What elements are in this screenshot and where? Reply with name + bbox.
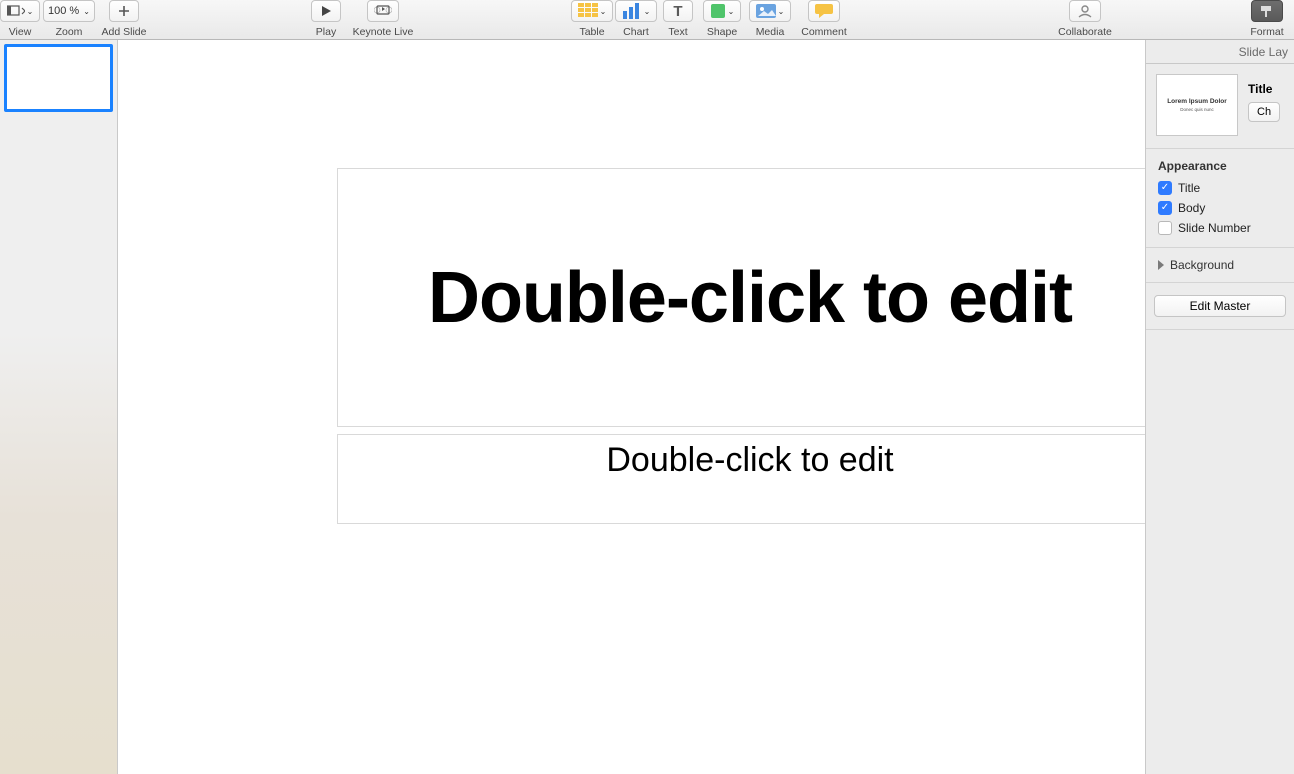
shape-label: Shape: [707, 26, 737, 38]
slide-number-badge: 1: [9, 97, 15, 108]
slide-number-checkbox-row[interactable]: Slide Number: [1158, 221, 1286, 235]
add-slide-button[interactable]: [109, 0, 139, 22]
play-icon: [320, 5, 332, 17]
text-button[interactable]: T: [663, 0, 693, 22]
zoom-value: 100 %: [48, 5, 79, 17]
keynote-live-label: Keynote Live: [353, 26, 414, 38]
comment-button[interactable]: [808, 0, 840, 22]
title-checkbox[interactable]: [1158, 181, 1172, 195]
appearance-section: Appearance Title Body Slide Number: [1146, 149, 1294, 241]
table-icon: [578, 3, 598, 19]
body-checkbox[interactable]: [1158, 201, 1172, 215]
chart-label: Chart: [623, 26, 649, 38]
inspector-tab-slide-layout[interactable]: Slide Lay: [1146, 40, 1294, 64]
chart-button[interactable]: ⌄: [615, 0, 658, 22]
background-disclosure[interactable]: Background: [1146, 247, 1294, 283]
collaborate-icon: [1076, 4, 1094, 18]
media-label: Media: [756, 26, 785, 38]
body-checkbox-row[interactable]: Body: [1158, 201, 1286, 215]
play-label: Play: [316, 26, 336, 38]
view-label: View: [9, 26, 32, 38]
format-inspector: Slide Lay Lorem Ipsum Dolor Donec quis n…: [1146, 40, 1294, 774]
keynote-live-button[interactable]: [367, 0, 399, 22]
text-icon: T: [670, 3, 686, 19]
slide-number-checkbox[interactable]: [1158, 221, 1172, 235]
chart-icon: [622, 3, 642, 19]
table-button[interactable]: ⌄: [571, 0, 614, 22]
appearance-heading: Appearance: [1158, 159, 1286, 173]
comment-label: Comment: [801, 26, 847, 38]
toolbar: ⌄ View 100 % ⌄ Zoom Add Slide Play Keyno…: [0, 0, 1294, 40]
text-label: Text: [668, 26, 687, 38]
format-button[interactable]: [1251, 0, 1283, 22]
title-placeholder-text: Double-click to edit: [428, 257, 1072, 339]
main-area: 1 Double-click to edit Double-click to e…: [0, 40, 1294, 774]
zoom-label: Zoom: [56, 26, 83, 38]
master-name-label: Title: [1248, 82, 1280, 96]
slide-canvas[interactable]: Double-click to edit Double-click to edi…: [118, 40, 1146, 774]
plus-icon: [118, 5, 130, 17]
format-label: Format: [1250, 26, 1283, 38]
view-menu-button[interactable]: ⌄: [0, 0, 40, 22]
media-button[interactable]: ⌄: [749, 0, 792, 22]
view-icon: [7, 5, 25, 17]
disclosure-triangle-icon: [1158, 260, 1164, 270]
zoom-dropdown[interactable]: 100 % ⌄: [43, 0, 95, 22]
table-label: Table: [579, 26, 604, 38]
add-slide-label: Add Slide: [102, 26, 147, 38]
slide-navigator[interactable]: 1: [0, 40, 118, 774]
master-thumbnail[interactable]: Lorem Ipsum Dolor Donec quis nunc: [1156, 74, 1238, 136]
keynote-live-icon: [374, 5, 392, 17]
collaborate-button[interactable]: [1069, 0, 1101, 22]
change-master-button[interactable]: Ch: [1248, 102, 1280, 122]
shape-icon: [710, 3, 726, 19]
svg-text:T: T: [673, 3, 682, 19]
collaborate-label: Collaborate: [1058, 26, 1112, 38]
body-placeholder-text: Double-click to edit: [606, 441, 893, 480]
slide-thumbnail-1[interactable]: 1: [4, 44, 113, 112]
body-placeholder-box[interactable]: Double-click to edit: [337, 434, 1146, 524]
comment-icon: [815, 4, 833, 18]
format-brush-icon: [1258, 4, 1276, 18]
title-checkbox-row[interactable]: Title: [1158, 181, 1286, 195]
media-icon: [756, 4, 776, 18]
play-button[interactable]: [311, 0, 341, 22]
edit-master-button[interactable]: Edit Master: [1154, 295, 1286, 317]
shape-button[interactable]: ⌄: [703, 0, 742, 22]
master-layout-row: Lorem Ipsum Dolor Donec quis nunc Title …: [1146, 64, 1294, 149]
title-placeholder-box[interactable]: Double-click to edit: [337, 168, 1146, 427]
